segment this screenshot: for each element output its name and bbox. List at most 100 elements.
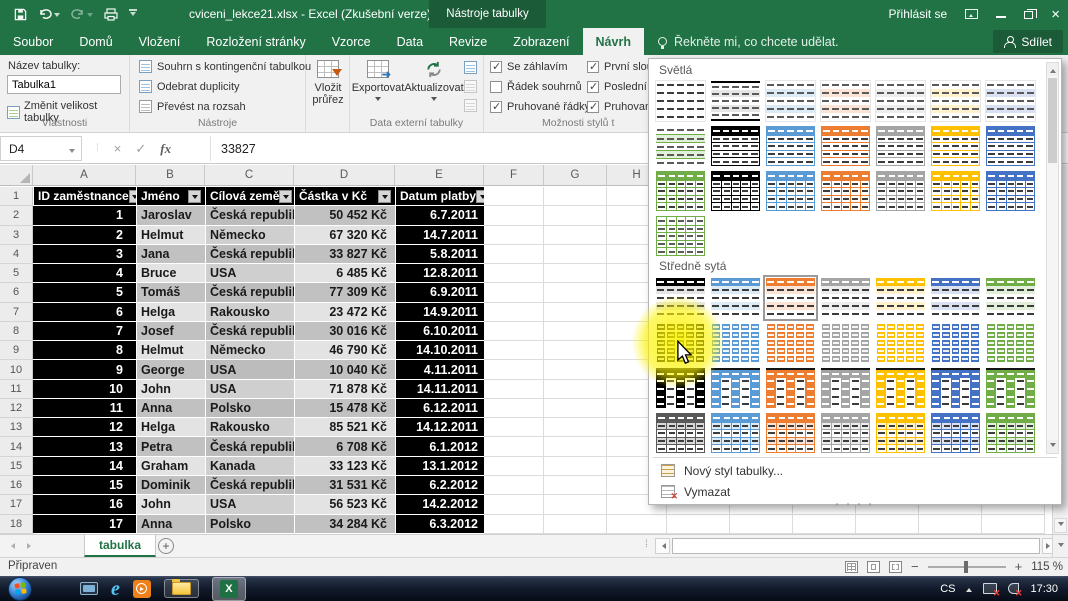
row-header-10[interactable]: 10 [0, 360, 33, 379]
table-cell[interactable]: 6.3.2012 [395, 515, 484, 534]
table-cell[interactable]: 13 [33, 437, 136, 456]
row-header-18[interactable]: 18 [0, 515, 33, 534]
table-style-light-3[interactable] [766, 81, 815, 121]
column-header-G[interactable]: G [544, 165, 607, 185]
table-header-cell[interactable]: Částka v Kč [294, 187, 395, 206]
table-cell[interactable]: 2 [33, 226, 136, 245]
checkbox-se-zahlavim[interactable] [490, 61, 502, 73]
empty-cell[interactable] [544, 303, 607, 322]
zoom-slider[interactable] [928, 566, 1006, 568]
column-header-D[interactable]: D [294, 165, 395, 185]
table-cell[interactable]: USA [205, 264, 294, 283]
table-cell[interactable]: Anna [136, 399, 205, 418]
table-style-medium-18[interactable] [821, 368, 870, 408]
new-sheet-button[interactable]: + [158, 538, 174, 554]
column-header-A[interactable]: A [33, 165, 136, 185]
empty-cell[interactable] [856, 515, 919, 534]
table-cell[interactable]: 67 320 Kč [294, 226, 395, 245]
empty-cell[interactable] [484, 245, 544, 264]
table-style-medium-11[interactable] [821, 323, 870, 363]
row-header-6[interactable]: 6 [0, 283, 33, 302]
filter-button[interactable] [279, 190, 292, 203]
table-cell[interactable]: Německo [205, 341, 294, 360]
table-cell[interactable]: 10 [33, 380, 136, 399]
excel-taskbar-button[interactable]: X [212, 577, 246, 601]
empty-cell[interactable] [484, 399, 544, 418]
table-cell[interactable]: Česká republika [205, 437, 294, 456]
insert-slicer-button[interactable]: Vložit průřez [313, 60, 343, 106]
table-header-cell[interactable]: Datum platby [395, 187, 484, 206]
empty-cell[interactable] [544, 283, 607, 302]
table-cell[interactable]: 14 [33, 457, 136, 476]
table-cell[interactable]: 34 284 Kč [294, 515, 395, 534]
empty-cell[interactable] [484, 360, 544, 379]
row-header-14[interactable]: 14 [0, 437, 33, 456]
row-header-9[interactable]: 9 [0, 341, 33, 360]
share-button[interactable]: Sdílet [993, 30, 1063, 53]
zoom-in-button[interactable]: + [1015, 562, 1023, 572]
internet-explorer-icon[interactable]: e [111, 580, 120, 598]
table-style-medium-21[interactable] [986, 368, 1035, 408]
empty-cell[interactable] [544, 495, 607, 514]
remote-desktop-icon[interactable] [80, 582, 98, 595]
empty-cell[interactable] [484, 322, 544, 341]
cancel-entry-icon[interactable]: × [114, 141, 122, 156]
table-cell[interactable]: 6 708 Kč [294, 437, 395, 456]
table-cell[interactable]: 33 123 Kč [294, 457, 395, 476]
checkbox-pruhovane-radky[interactable] [490, 101, 502, 113]
table-style-medium-14[interactable] [986, 323, 1035, 363]
row-header-4[interactable]: 4 [0, 245, 33, 264]
table-style-medium-24[interactable] [766, 413, 815, 453]
empty-cell[interactable] [544, 437, 607, 456]
filter-button[interactable] [188, 190, 201, 203]
table-cell[interactable]: Bruce [136, 264, 205, 283]
page-break-view-button[interactable] [889, 561, 902, 573]
table-cell[interactable]: Kanada [205, 457, 294, 476]
tab-revize[interactable]: Revize [436, 28, 500, 55]
volume-icon[interactable]: ✕ [1008, 583, 1019, 594]
empty-cell[interactable] [484, 283, 544, 302]
table-style-light-12[interactable] [876, 126, 925, 166]
sign-in-link[interactable]: Přihlásit se [889, 7, 948, 21]
confirm-entry-icon[interactable]: ✓ [135, 141, 146, 157]
table-style-light-22[interactable] [656, 216, 705, 256]
table-cell[interactable]: 15 [33, 476, 136, 495]
tray-expand-icon[interactable] [966, 585, 972, 592]
empty-cell[interactable] [544, 457, 607, 476]
select-all-corner[interactable] [0, 165, 33, 185]
table-style-medium-27[interactable] [931, 413, 980, 453]
table-style-light-21[interactable] [986, 171, 1035, 211]
empty-cell[interactable] [793, 515, 856, 534]
table-cell[interactable]: 1 [33, 206, 136, 225]
empty-cell[interactable] [484, 341, 544, 360]
gallery-scroll-up-icon[interactable] [1047, 63, 1058, 76]
table-cell[interactable]: 4.11.2011 [395, 360, 484, 379]
table-cell[interactable]: 85 521 Kč [294, 418, 395, 437]
empty-cell[interactable] [484, 495, 544, 514]
table-cell[interactable]: 14.11.2011 [395, 380, 484, 399]
table-style-light-13[interactable] [931, 126, 980, 166]
column-header-C[interactable]: C [205, 165, 294, 185]
table-cell[interactable]: Josef [136, 322, 205, 341]
clock[interactable]: 17:30 [1030, 583, 1058, 595]
tell-me-box[interactable]: Řekněte mi, co chcete udělat. [658, 28, 839, 55]
undo-button[interactable] [38, 8, 60, 20]
gallery-resize-handle[interactable]: • • • • [649, 500, 1061, 509]
row-header-1[interactable]: 1 [0, 187, 33, 206]
filter-button[interactable] [129, 190, 136, 203]
empty-cell[interactable] [544, 418, 607, 437]
export-button[interactable]: ➜ Exportovat [352, 60, 404, 104]
table-cell[interactable]: John [136, 495, 205, 514]
table-cell[interactable]: Rakousko [205, 303, 294, 322]
filter-button[interactable] [476, 190, 484, 203]
table-cell[interactable]: 12.8.2011 [395, 264, 484, 283]
checkbox-pruhovane[interactable] [587, 101, 599, 113]
table-cell[interactable]: 50 452 Kč [294, 206, 395, 225]
empty-cell[interactable] [484, 380, 544, 399]
option-radek-souhrnu[interactable]: Řádek souhrnů [490, 81, 590, 93]
row-header-5[interactable]: 5 [0, 264, 33, 283]
table-style-medium-23[interactable] [711, 413, 760, 453]
table-style-light-20[interactable] [931, 171, 980, 211]
table-cell[interactable]: Jana [136, 245, 205, 264]
empty-cell[interactable] [544, 206, 607, 225]
